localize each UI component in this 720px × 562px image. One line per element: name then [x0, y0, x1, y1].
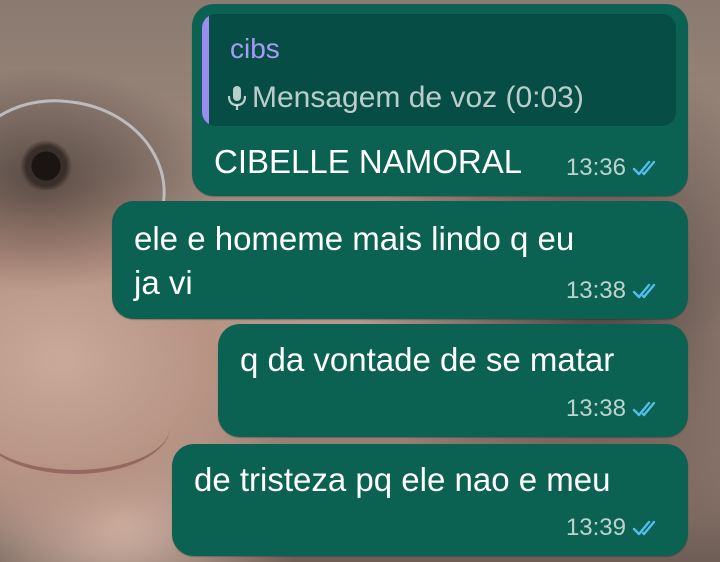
- quote-accent-bar: [202, 14, 209, 126]
- message-meta: 13:39: [566, 514, 660, 542]
- wallpaper-smile: [0, 380, 170, 474]
- message-text: CIBELLE NAMORAL: [214, 143, 523, 180]
- message-meta: 13:38: [566, 395, 660, 423]
- message-bubble-outgoing[interactable]: de tristeza pq ele nao e meu 13:39: [172, 444, 688, 556]
- message-bubble-outgoing[interactable]: ele e homeme mais lindo q eu ja vi 13:38: [112, 201, 688, 319]
- message-text: q da vontade de se matar: [240, 341, 615, 378]
- message-text-line-2: ja vi: [134, 264, 193, 301]
- message-time: 13:39: [565, 514, 626, 541]
- message-meta: 13:36: [566, 154, 660, 182]
- quoted-sender-name: cibs: [230, 33, 280, 64]
- quoted-voice-message: Mensagem de voz (0:03): [226, 80, 584, 116]
- message-time: 13:36: [565, 154, 626, 181]
- read-double-check-icon: [632, 520, 656, 536]
- message-text-line-1: ele e homeme mais lindo q eu: [134, 220, 575, 257]
- read-double-check-icon: [632, 401, 656, 417]
- voice-message-label: Mensagem de voz (0:03): [252, 81, 584, 114]
- quoted-message[interactable]: cibs Mensagem de voz (0:03): [202, 14, 676, 126]
- message-time: 13:38: [565, 395, 626, 422]
- message-bubble-outgoing[interactable]: cibs Mensagem de voz (0:03) CIBELLE NAMO…: [192, 4, 688, 196]
- message-time: 13:38: [565, 277, 626, 304]
- read-double-check-icon: [632, 160, 656, 176]
- read-double-check-icon: [632, 283, 656, 299]
- microphone-icon: [227, 86, 247, 110]
- wallpaper-eye: [6, 140, 86, 190]
- message-text: de tristeza pq ele nao e meu: [194, 461, 611, 498]
- message-meta: 13:38: [566, 277, 660, 305]
- message-bubble-outgoing[interactable]: q da vontade de se matar 13:38: [218, 324, 688, 437]
